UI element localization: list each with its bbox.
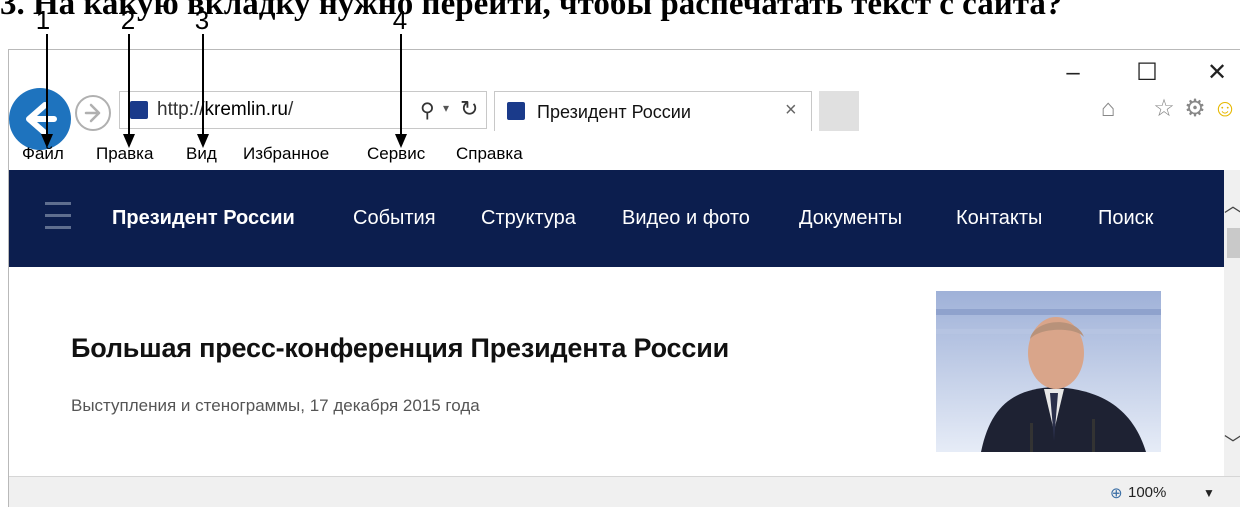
address-dropdown-icon[interactable]: ▾: [443, 101, 449, 115]
callout-arrowhead-1: [41, 134, 53, 148]
back-button[interactable]: [9, 88, 71, 150]
article-headline[interactable]: Большая пресс-конференция Президента Рос…: [71, 331, 729, 365]
tab-title: Президент России: [537, 102, 691, 122]
nav-item-structure[interactable]: Структура: [481, 205, 576, 231]
tab-president-russia[interactable]: Президент России ×: [494, 91, 812, 131]
callout-arrow-3: [202, 34, 204, 138]
close-window-button[interactable]: ✕: [1198, 58, 1236, 88]
callout-arrow-2: [128, 34, 130, 138]
nav-item-documents[interactable]: Документы: [799, 205, 902, 231]
article-photo[interactable]: [936, 291, 1161, 452]
zoom-dropdown-icon[interactable]: ▼: [1203, 486, 1215, 500]
callout-arrowhead-4: [395, 134, 407, 148]
refresh-icon[interactable]: ↻: [460, 96, 478, 122]
minimize-button[interactable]: –: [1054, 58, 1092, 88]
smiley-icon[interactable]: ☺: [1210, 94, 1240, 124]
question-text: 3. На какую вкладку нужно перейти, чтобы…: [0, 0, 1063, 22]
maximize-button[interactable]: ☐: [1128, 58, 1166, 88]
article-subline: Выступления и стенограммы, 17 декабря 20…: [71, 396, 480, 415]
callout-number-2: 2: [120, 5, 136, 35]
hamburger-menu-icon[interactable]: [45, 202, 71, 232]
status-bar: [9, 476, 1240, 507]
nav-item-video-photo[interactable]: Видео и фото: [622, 205, 750, 231]
home-icon[interactable]: ⌂: [1093, 94, 1123, 124]
portrait-image: [936, 291, 1161, 452]
zoom-icon[interactable]: ⊕: [1110, 484, 1123, 502]
nav-item-contacts[interactable]: Контакты: [956, 205, 1042, 231]
address-url[interactable]: http://kremlin.ru/: [157, 98, 293, 122]
callout-number-3: 3: [194, 5, 210, 35]
callout-number-1: 1: [35, 5, 51, 35]
forward-button[interactable]: [75, 95, 111, 131]
scrollbar-thumb[interactable]: [1227, 228, 1240, 258]
callout-arrowhead-3: [197, 134, 209, 148]
scroll-down-icon[interactable]: ﹀: [1224, 430, 1240, 456]
nav-brand-link[interactable]: Президент России: [112, 205, 295, 231]
nav-item-events[interactable]: События: [353, 205, 436, 231]
menu-help[interactable]: Справка: [456, 142, 523, 166]
callout-number-4: 4: [392, 5, 408, 35]
new-tab-button[interactable]: [819, 91, 859, 131]
menu-favorites[interactable]: Избранное: [243, 142, 329, 166]
callout-arrow-4: [400, 34, 402, 138]
star-icon[interactable]: ☆: [1149, 94, 1179, 124]
site-favicon-icon: [130, 101, 148, 119]
scroll-up-icon[interactable]: ︿: [1224, 192, 1240, 218]
forward-arrow-icon: [84, 103, 101, 123]
tab-close-icon[interactable]: ×: [785, 98, 797, 122]
callout-arrowhead-2: [123, 134, 135, 148]
tab-favicon-icon: [507, 102, 525, 120]
gear-icon[interactable]: ⚙: [1180, 94, 1210, 124]
callout-arrow-1: [46, 34, 48, 138]
search-icon[interactable]: ⚲: [420, 98, 435, 123]
nav-item-search[interactable]: Поиск: [1098, 205, 1153, 231]
zoom-level[interactable]: 100%: [1128, 483, 1166, 503]
back-arrow-icon: [26, 102, 57, 136]
